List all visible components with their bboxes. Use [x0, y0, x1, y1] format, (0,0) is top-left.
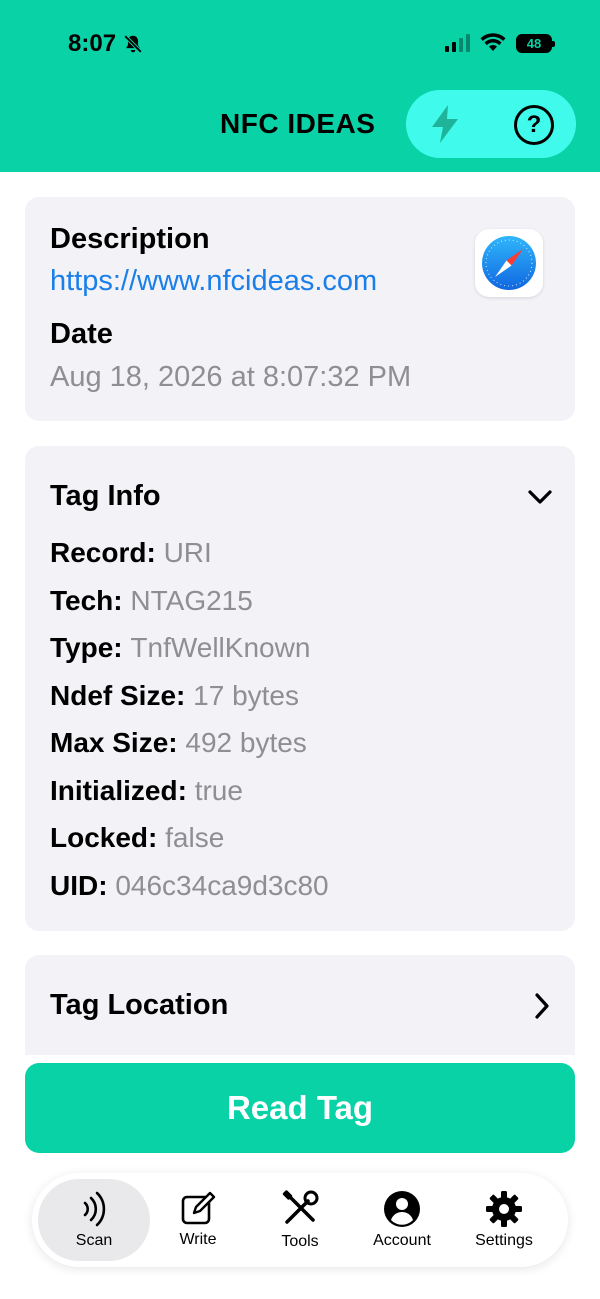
- lightning-bolt-icon[interactable]: [428, 103, 462, 145]
- status-time: 8:07: [68, 30, 144, 58]
- battery-level: 48: [526, 35, 542, 51]
- app-header: 8:07 48 NFC IDEAS ?: [0, 0, 600, 172]
- info-row-max-size: Max Size: 492 bytes: [50, 727, 307, 758]
- tab-bar: Scan Write Tools Account Settings: [32, 1173, 568, 1267]
- tab-settings-label: Settings: [475, 1232, 533, 1249]
- description-link[interactable]: https://www.nfcideas.com: [50, 265, 377, 298]
- tab-scan-label: Scan: [75, 1232, 113, 1249]
- help-icon: ?: [526, 111, 542, 138]
- tag-info-title: Tag Info: [50, 480, 161, 512]
- info-row-type: Type: TnfWellKnown: [50, 632, 311, 663]
- info-row-tech: Tech: NTAG215: [50, 585, 253, 616]
- tab-scan[interactable]: Scan: [38, 1179, 150, 1261]
- tab-tools-label: Tools: [281, 1233, 319, 1250]
- info-row-record: Record: URI: [50, 537, 212, 568]
- date-label: Date: [50, 318, 113, 350]
- record-card: Description https://www.nfcideas.com Dat…: [25, 197, 575, 421]
- date-value: Aug 18, 2026 at 8:07:32 PM: [50, 361, 412, 393]
- tag-location-card[interactable]: Tag Location: [25, 955, 575, 1055]
- tab-settings[interactable]: Settings: [452, 1179, 556, 1261]
- info-row-uid: UID: 046c34ca9d3c80: [50, 870, 329, 901]
- tab-write-label: Write: [179, 1231, 217, 1248]
- info-row-ndef-size: Ndef Size: 17 bytes: [50, 680, 299, 711]
- help-button[interactable]: ?: [514, 105, 554, 145]
- info-row-initialized: Initialized: true: [50, 775, 243, 806]
- compose-icon: [181, 1191, 216, 1225]
- tag-info-card: Tag Info Record: URI Tech: NTAG215 Type:…: [25, 446, 575, 931]
- safari-button[interactable]: [475, 229, 543, 297]
- tab-write[interactable]: Write: [146, 1179, 250, 1261]
- account-icon: [384, 1191, 420, 1227]
- status-time-text: 8:07: [68, 30, 117, 57]
- safari-compass-icon: [482, 236, 536, 290]
- bell-slash-icon: [123, 34, 143, 54]
- gear-icon: [486, 1191, 522, 1227]
- header-actions: ?: [406, 90, 576, 158]
- wifi-icon: [480, 33, 506, 51]
- tab-tools[interactable]: Tools: [248, 1179, 352, 1261]
- chevron-right-icon: [535, 993, 549, 1019]
- tools-icon: [282, 1190, 319, 1224]
- nfc-waves-icon: [83, 1191, 106, 1227]
- description-label: Description: [50, 223, 210, 255]
- tag-location-title: Tag Location: [50, 989, 229, 1021]
- status-indicators: 48: [445, 33, 555, 53]
- tab-account-label: Account: [373, 1232, 431, 1249]
- cellular-signal-icon: [445, 34, 470, 52]
- read-tag-button[interactable]: Read Tag: [25, 1063, 575, 1153]
- info-row-locked: Locked: false: [50, 822, 225, 853]
- chevron-down-icon[interactable]: [527, 488, 553, 506]
- app-title: NFC IDEAS: [220, 108, 376, 139]
- tab-account[interactable]: Account: [350, 1179, 454, 1261]
- battery-icon: 48: [516, 33, 555, 53]
